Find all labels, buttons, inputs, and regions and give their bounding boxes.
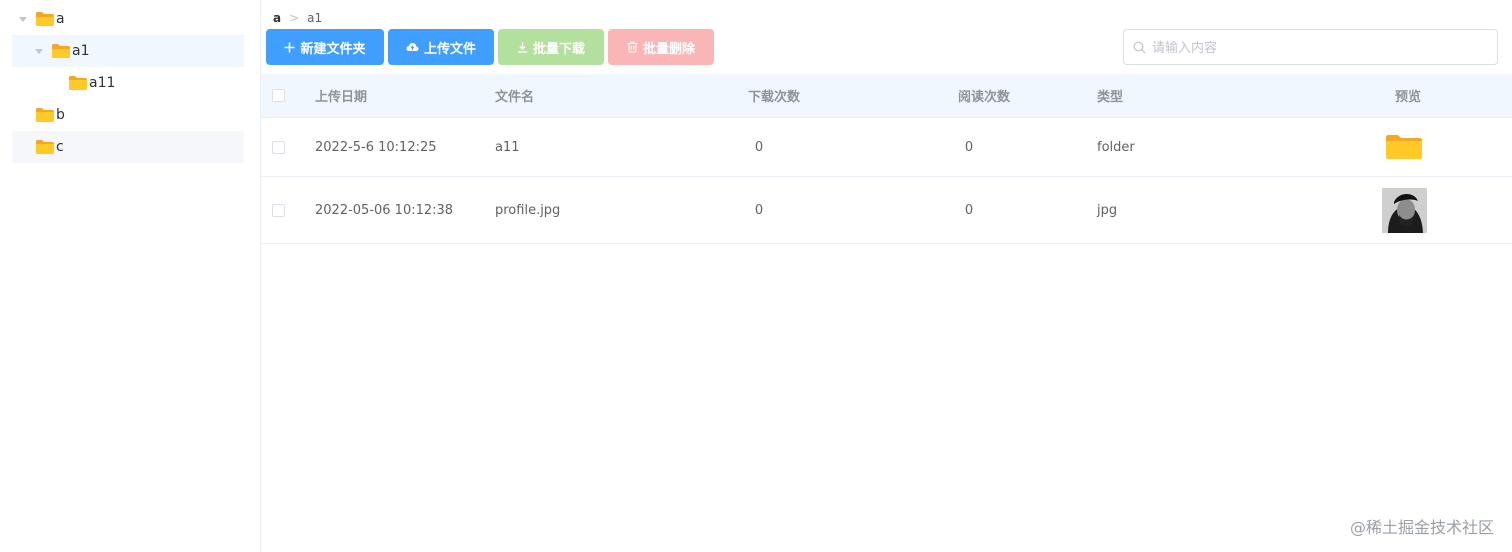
cell-reads: 0 (964, 202, 974, 218)
table-row[interactable]: 2022-5-6 10:12:25 a11 0 0 folder (261, 118, 1512, 177)
header-type[interactable]: 类型 (1097, 86, 1123, 105)
cell-downloads: 0 (754, 202, 764, 218)
header-downloads[interactable]: 下载次数 (748, 86, 800, 105)
file-table: 上传日期 文件名 下载次数 阅读次数 类型 预览 2022-5-6 10:12:… (261, 74, 1512, 244)
cell-date: 2022-5-6 10:12:25 (315, 139, 437, 155)
search-icon (1133, 41, 1146, 53)
tree-node-label: c (56, 139, 64, 155)
expand-caret-icon[interactable] (18, 14, 28, 24)
header-name[interactable]: 文件名 (495, 86, 534, 105)
cell-type: folder (1097, 139, 1135, 155)
breadcrumb: a > a1 (273, 10, 322, 26)
cell-name[interactable]: profile.jpg (495, 203, 560, 218)
cloud-upload-icon (406, 42, 419, 52)
folder-icon (36, 108, 54, 122)
tree-node-a[interactable]: a (12, 3, 244, 35)
table-header: 上传日期 文件名 下载次数 阅读次数 类型 预览 (261, 74, 1512, 118)
search-input[interactable] (1152, 39, 1482, 55)
select-all-checkbox[interactable] (272, 89, 285, 102)
cell-downloads: 0 (754, 139, 764, 155)
new-folder-button[interactable]: 新建文件夹 (266, 29, 384, 65)
batch-delete-button[interactable]: 批量删除 (608, 29, 714, 65)
toolbar: 新建文件夹 上传文件 批量下载 批量删除 (266, 29, 718, 65)
batch-download-label: 批量下载 (532, 40, 585, 56)
header-reads[interactable]: 阅读次数 (958, 86, 1010, 105)
tree-node-c[interactable]: c (12, 131, 244, 163)
tree-node-b[interactable]: b (12, 99, 244, 131)
breadcrumb-root[interactable]: a (273, 11, 281, 25)
folder-icon (36, 140, 54, 154)
tree-node-label: b (56, 107, 65, 123)
expand-caret-icon[interactable] (34, 46, 44, 56)
row-checkbox[interactable] (272, 203, 285, 217)
new-folder-label: 新建文件夹 (300, 40, 366, 56)
tree-node-label: a11 (89, 75, 116, 91)
cell-reads: 0 (964, 139, 974, 155)
row-checkbox[interactable] (272, 140, 285, 154)
cell-type: jpg (1097, 202, 1118, 218)
upload-file-label: 上传文件 (423, 40, 476, 56)
tree-node-a11[interactable]: a11 (12, 67, 244, 99)
header-preview: 预览 (1395, 90, 1422, 105)
upload-file-button[interactable]: 上传文件 (388, 29, 494, 65)
download-icon (517, 42, 528, 53)
image-thumbnail[interactable] (1382, 187, 1427, 233)
breadcrumb-current: a1 (307, 11, 323, 25)
batch-delete-label: 批量删除 (642, 40, 695, 56)
batch-download-button[interactable]: 批量下载 (498, 29, 604, 65)
folder-tree: a a1 a11 b c (0, 0, 261, 552)
folder-open-icon (52, 44, 70, 58)
search-box (1123, 29, 1498, 65)
trash-icon (627, 41, 638, 53)
header-date[interactable]: 上传日期 (315, 86, 367, 105)
watermark: @稀土掘金技术社区 (1349, 518, 1494, 537)
file-panel: a > a1 新建文件夹 上传文件 批量下载 批量删除 请输入内容 上传日期 文… (261, 0, 1512, 552)
cell-date: 2022-05-06 10:12:38 (315, 202, 454, 218)
cell-name[interactable]: a11 (495, 140, 520, 155)
table-row[interactable]: 2022-05-06 10:12:38 profile.jpg 0 0 jpg (261, 177, 1512, 244)
tree-node-label: a (56, 11, 65, 27)
folder-open-icon (36, 12, 54, 26)
chevron-right-icon: > (289, 11, 300, 25)
tree-node-label: a1 (72, 43, 90, 59)
folder-preview-icon[interactable] (1385, 134, 1423, 160)
plus-icon (284, 42, 295, 53)
tree-node-a1[interactable]: a1 (12, 35, 244, 67)
folder-icon (69, 76, 87, 90)
